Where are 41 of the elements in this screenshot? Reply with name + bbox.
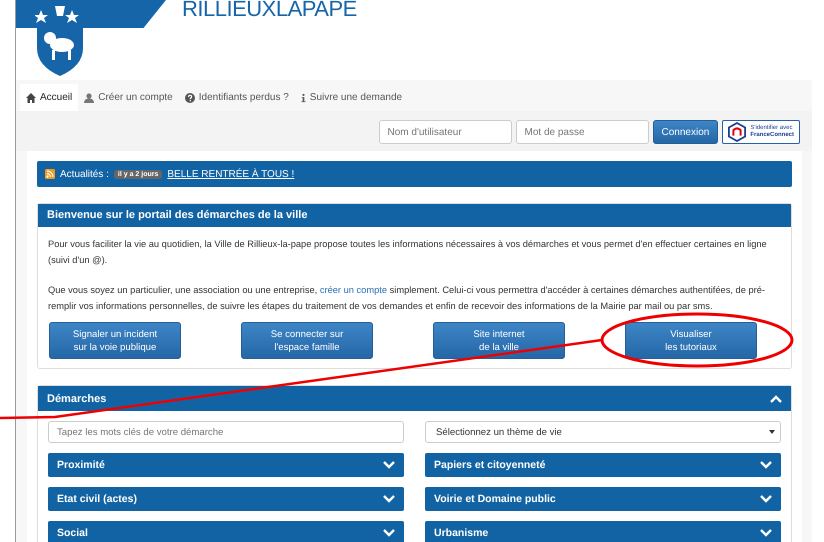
category-header[interactable]: Papiers et citoyenneté [425, 453, 781, 477]
panel-title: Bienvenue sur le portail des démarches de la ville [38, 204, 791, 227]
help-icon [184, 92, 195, 102]
action-button[interactable]: Visualiser les tutoriaux [625, 322, 757, 359]
category-header[interactable]: Urbanisme [425, 521, 781, 542]
theme-select[interactable]: Sélectionnez un thème de vie [425, 421, 781, 443]
chevron-icon [383, 529, 395, 537]
intro-paragraph: Pour vous faciliter la vie au quotidien, la Ville de Rillieux-la-pape propose toutes les informations nécessaires à vos démarches et vous permet d'en effectuer certaines en ligne (suivi d'un @). [48, 238, 768, 267]
info-icon [300, 92, 306, 102]
news-link[interactable]: BELLE RENTRÉE À TOUS ! [167, 168, 294, 180]
chevron-icon [770, 394, 782, 402]
rss-icon [45, 169, 55, 179]
create-account-link[interactable]: créer un compte [320, 285, 388, 295]
password-field[interactable]: Mot de passe [516, 120, 648, 144]
site-title: RILLIEUXLAPAPE [182, 0, 357, 22]
category-header[interactable]: Etat civil (actes) [48, 487, 404, 511]
nav-tab[interactable]: Accueil [20, 84, 78, 111]
home-icon [26, 92, 36, 102]
action-button[interactable]: Se connecter sur l'espace famille [241, 322, 373, 359]
action-button[interactable]: Site internet de la ville [433, 322, 565, 359]
chevron-icon [383, 461, 395, 469]
chevron-icon [760, 529, 772, 537]
account-paragraph: Que vous soyez un particulier, une association ou une entreprise, créer un compte simplement. Celui-ci vous permettra d'accéder à certaines démarches authentifées, de pré-remplir vos informations personnelles, de suivre les étapes du traitement de vos demandes et enfin de recevoir des informations de la Mairie par mail ou par sms. [48, 284, 766, 313]
dropdown-icon [769, 430, 775, 434]
nav-tab[interactable]: Suivre une demande [294, 84, 408, 111]
chevron-icon [383, 495, 395, 503]
nav-tab[interactable]: Créer un compte [78, 84, 179, 111]
category-header[interactable]: Social [48, 521, 404, 542]
news-label: Actualités : [60, 168, 109, 180]
action-button[interactable]: Signaler un incident sur la voie publique [49, 322, 181, 359]
chevron-icon [760, 461, 772, 469]
category-header[interactable]: Voirie et Domaine public [425, 487, 781, 511]
chevron-icon [760, 495, 772, 503]
login-button[interactable]: Connexion [652, 120, 718, 144]
user-icon [84, 92, 94, 102]
username-field[interactable]: Nom d'utilisateur [378, 120, 512, 144]
category-header[interactable]: Proximité [48, 453, 404, 477]
search-field[interactable]: Tapez les mots clés de votre démarche [48, 421, 404, 443]
franceconnect-logo-icon [728, 122, 746, 142]
nav-tab[interactable]: Identifiants perdus ? [178, 84, 295, 111]
demarches-header[interactable]: Démarches [38, 386, 791, 411]
